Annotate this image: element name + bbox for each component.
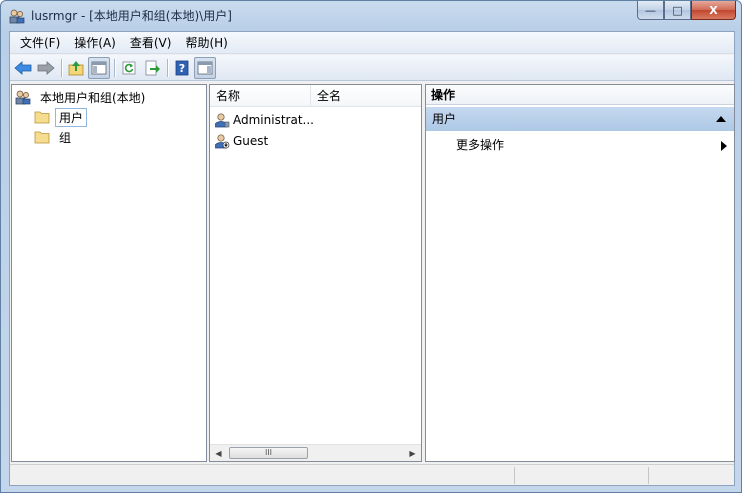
scroll-left-arrow[interactable]: ◀ xyxy=(210,445,227,461)
show-hide-action-pane-button[interactable] xyxy=(194,56,216,79)
show-hide-tree-icon xyxy=(91,61,107,74)
more-actions-item[interactable]: 更多操作 xyxy=(456,135,726,155)
toolbar-separator xyxy=(114,58,115,77)
back-icon xyxy=(14,60,32,75)
actions-section-users[interactable]: 用户 xyxy=(426,107,734,131)
tree-item-groups-label: 组 xyxy=(59,130,72,145)
folder-icon xyxy=(34,131,50,144)
forward-button[interactable] xyxy=(35,57,57,79)
actions-pane: 操作 用户 更多操作 xyxy=(425,84,735,462)
submenu-arrow-icon[interactable] xyxy=(721,141,727,151)
users-console-icon xyxy=(9,9,25,24)
maximize-button[interactable]: □ xyxy=(664,1,691,20)
tree-item-groups[interactable]: 组 xyxy=(34,128,75,146)
list-item[interactable]: Administrat... xyxy=(214,110,314,130)
column-header-fullname[interactable]: 全名 xyxy=(311,85,421,107)
export-list-icon xyxy=(145,60,160,75)
status-bar xyxy=(10,464,734,485)
tree-root-label: 本地用户和组(本地) xyxy=(40,90,146,105)
help-button[interactable]: ? xyxy=(171,57,193,79)
menu-bar: 文件(F) 操作(A) 查看(V) 帮助(H) xyxy=(10,32,734,54)
app-window: lusrmgr - [本地用户和组(本地)\用户] — □ X 文件(F) 操作… xyxy=(0,0,742,493)
back-button[interactable] xyxy=(12,57,34,79)
users-groups-icon xyxy=(15,90,31,105)
actions-section-label: 用户 xyxy=(432,112,457,126)
menu-file[interactable]: 文件(F) xyxy=(13,33,67,53)
result-list[interactable]: 名称 全名 Administrat... Guest ◀ III ▶ xyxy=(209,84,422,462)
client-area: 文件(F) 操作(A) 查看(V) 帮助(H) ? 本地用户和组(本地) 用户 … xyxy=(9,31,735,486)
horizontal-scrollbar[interactable]: ◀ III ▶ xyxy=(210,444,421,461)
caption-buttons: — □ X xyxy=(637,1,736,21)
collapse-up-icon[interactable] xyxy=(716,116,726,122)
tree-root[interactable]: 本地用户和组(本地) xyxy=(15,88,149,106)
minimize-button[interactable]: — xyxy=(637,1,664,20)
show-hide-tree-button[interactable] xyxy=(88,56,110,79)
list-header: 名称 全名 xyxy=(210,85,421,107)
list-item-name: Administrat... xyxy=(233,113,314,127)
refresh-button[interactable] xyxy=(118,57,140,79)
toolbar-separator xyxy=(61,58,62,77)
title-bar[interactable]: lusrmgr - [本地用户和组(本地)\用户] — □ X xyxy=(1,1,741,31)
menu-help[interactable]: 帮助(H) xyxy=(178,33,234,53)
list-item[interactable]: Guest xyxy=(214,131,268,151)
show-hide-action-pane-icon xyxy=(197,61,213,74)
scroll-right-arrow[interactable]: ▶ xyxy=(404,445,421,461)
status-divider xyxy=(648,467,649,484)
refresh-icon xyxy=(122,61,136,74)
toolbar-separator xyxy=(167,58,168,77)
forward-icon xyxy=(37,60,55,75)
actions-pane-title: 操作 xyxy=(426,85,734,105)
up-folder-icon xyxy=(68,60,84,75)
close-button[interactable]: X xyxy=(691,1,736,20)
folder-icon xyxy=(34,111,50,124)
scroll-thumb[interactable]: III xyxy=(229,447,308,459)
toolbar: ? xyxy=(10,55,734,81)
menu-action[interactable]: 操作(A) xyxy=(67,33,123,53)
menu-view[interactable]: 查看(V) xyxy=(123,33,179,53)
list-item-name: Guest xyxy=(233,134,269,148)
tree-item-users-label: 用户 xyxy=(55,107,88,127)
console-tree[interactable]: 本地用户和组(本地) 用户 组 xyxy=(11,84,207,462)
tree-item-users[interactable]: 用户 xyxy=(34,107,88,127)
export-list-button[interactable] xyxy=(141,57,163,79)
window-title: lusrmgr - [本地用户和组(本地)\用户] xyxy=(31,9,232,23)
disabled-user-icon xyxy=(215,134,230,149)
svg-text:?: ? xyxy=(179,62,185,75)
help-icon: ? xyxy=(175,60,189,75)
status-divider xyxy=(514,467,515,484)
column-header-name[interactable]: 名称 xyxy=(210,85,311,107)
up-one-level-button[interactable] xyxy=(65,57,87,79)
user-icon xyxy=(215,113,230,128)
